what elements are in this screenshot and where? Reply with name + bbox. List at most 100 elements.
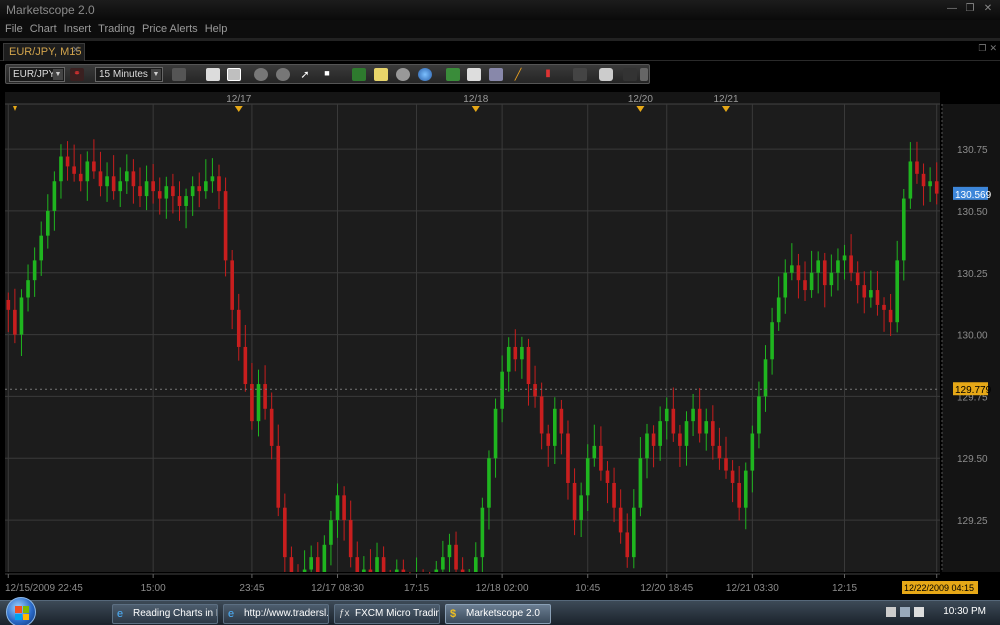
template-icon[interactable] [227, 68, 241, 81]
crosshair-icon[interactable]: ■ [320, 68, 334, 81]
chart-close-icon[interactable]: ✕ [989, 43, 997, 54]
pencil-icon[interactable]: ╱ [511, 68, 525, 81]
candle-body [302, 569, 307, 572]
chart-area[interactable]: 129.25 129.50 129.75 130.00 130.25 130.50 130.… [0, 88, 1000, 600]
candle-body [618, 507, 623, 533]
menu-chart[interactable]: Chart [30, 20, 57, 38]
candle-body [493, 408, 498, 459]
chart-style-icon[interactable] [172, 68, 186, 81]
eye-icon[interactable] [396, 68, 410, 81]
trend-tool-icon[interactable] [352, 68, 366, 81]
task-fxcm-micro[interactable]: ƒx FXCM Micro Tradin... [334, 604, 440, 624]
image-icon[interactable] [489, 68, 503, 81]
candle-body [92, 161, 96, 172]
timeframe-value: 15 Minutes [99, 69, 148, 80]
indicator-list-icon[interactable] [206, 68, 220, 81]
marker-icon[interactable]: ▮ [541, 68, 555, 81]
task-traders-laboratory[interactable]: e http://www.tradersl... [223, 604, 329, 624]
candle-body [638, 458, 643, 508]
zoom-in-icon[interactable] [254, 68, 268, 81]
candle-body [572, 482, 577, 521]
instrument-select[interactable]: EUR/JPY ▼ [9, 67, 65, 82]
volume-icon[interactable] [914, 607, 924, 617]
minimize-button[interactable]: — [944, 2, 960, 16]
candle-body [704, 421, 709, 434]
toolbar-close-icon[interactable] [640, 68, 648, 81]
candle-body [164, 186, 169, 199]
timeframe-select[interactable]: 15 Minutes ▼ [95, 67, 163, 82]
y-tick-label: 130.25 [957, 269, 988, 280]
taskbar: e Reading Charts in R... e http://www.tr… [0, 597, 1000, 625]
candle-body [855, 272, 860, 286]
chart-toolbar: EUR/JPY ▼ ⚭ 15 Minutes ▼ ➚ ■ ╱ ▮ [5, 64, 650, 84]
candle-body [921, 173, 926, 187]
menu-insert[interactable]: Insert [64, 20, 92, 38]
task-label: Reading Charts in R... [133, 608, 217, 619]
candle-body [125, 171, 129, 182]
ie-icon: e [117, 608, 124, 620]
window-title: Marketscope 2.0 [6, 3, 95, 17]
candle-body [770, 322, 774, 360]
chart-restore-icon[interactable]: ❐ [978, 43, 986, 54]
tab-close-icon[interactable]: ✕ [72, 45, 80, 56]
task-marketscope[interactable]: $ Marketscope 2.0 [445, 604, 551, 624]
y-tick-label: 130.75 [957, 145, 988, 156]
monitor-icon[interactable] [900, 607, 910, 617]
task-label: FXCM Micro Tradin... [355, 608, 439, 619]
candle-body [454, 544, 458, 570]
candle-body [934, 181, 939, 194]
zoom-out-icon[interactable] [276, 68, 290, 81]
network-icon[interactable] [886, 607, 896, 617]
menu-price-alerts[interactable]: Price Alerts [142, 20, 198, 38]
candle-body [447, 544, 452, 558]
candle-body [342, 495, 346, 521]
candle-body [335, 495, 340, 521]
x-tick-label: 17:15 [404, 583, 429, 594]
system-tray: 10:30 PM [880, 601, 1000, 625]
candle-body [882, 304, 886, 310]
x-tick-label: 23:45 [239, 583, 264, 594]
close-button[interactable]: ✕ [980, 2, 996, 16]
candle-body [434, 569, 439, 572]
tab-eurjpy-m15[interactable]: EUR/JPY, M15 ✕ [3, 43, 85, 61]
menu-help[interactable]: Help [205, 20, 228, 38]
chart-line-icon[interactable] [446, 68, 460, 81]
candle-body [59, 156, 63, 182]
candle-body [19, 297, 24, 335]
eraser-icon[interactable] [599, 68, 613, 81]
price-chart[interactable]: 129.25129.50129.75130.00130.25130.50130.… [0, 88, 1000, 600]
candle-body [171, 186, 175, 197]
properties-icon[interactable] [573, 68, 587, 81]
crosshair-date-label: 12/22/2009 04:15 [904, 583, 974, 593]
start-button[interactable] [6, 597, 36, 625]
candle-body [842, 255, 847, 261]
candle-body [651, 433, 656, 446]
candle-body [32, 260, 37, 281]
task-reading-charts[interactable]: e Reading Charts in R... [112, 604, 218, 624]
chart-type-icon[interactable]: ⚭ [70, 68, 84, 81]
cursor-icon[interactable]: ➚ [298, 68, 312, 81]
candle-body [862, 285, 867, 298]
text-icon[interactable] [467, 68, 481, 81]
clock[interactable]: 10:30 PM [943, 606, 986, 617]
note-icon[interactable] [374, 68, 388, 81]
day-marker-label: 12/17 [226, 94, 251, 105]
candle-body [526, 346, 531, 385]
candle-body [223, 191, 228, 261]
ie-icon: e [228, 608, 235, 620]
menu-file[interactable]: File [5, 20, 23, 38]
candle-body [368, 569, 373, 572]
candle-body [730, 470, 735, 483]
maximize-button[interactable]: ❐ [962, 2, 978, 16]
candle-body [678, 433, 682, 446]
lock-icon[interactable] [623, 68, 637, 81]
chevron-down-icon: ▼ [53, 69, 63, 80]
globe-icon[interactable] [418, 68, 432, 81]
candle-body [65, 156, 70, 167]
menu-trading[interactable]: Trading [98, 20, 135, 38]
candle-body [625, 532, 630, 558]
y-tick-label: 129.50 [957, 454, 988, 465]
fx-icon: ƒx [339, 608, 350, 619]
candle-body [184, 196, 188, 206]
candle-body [315, 557, 320, 572]
